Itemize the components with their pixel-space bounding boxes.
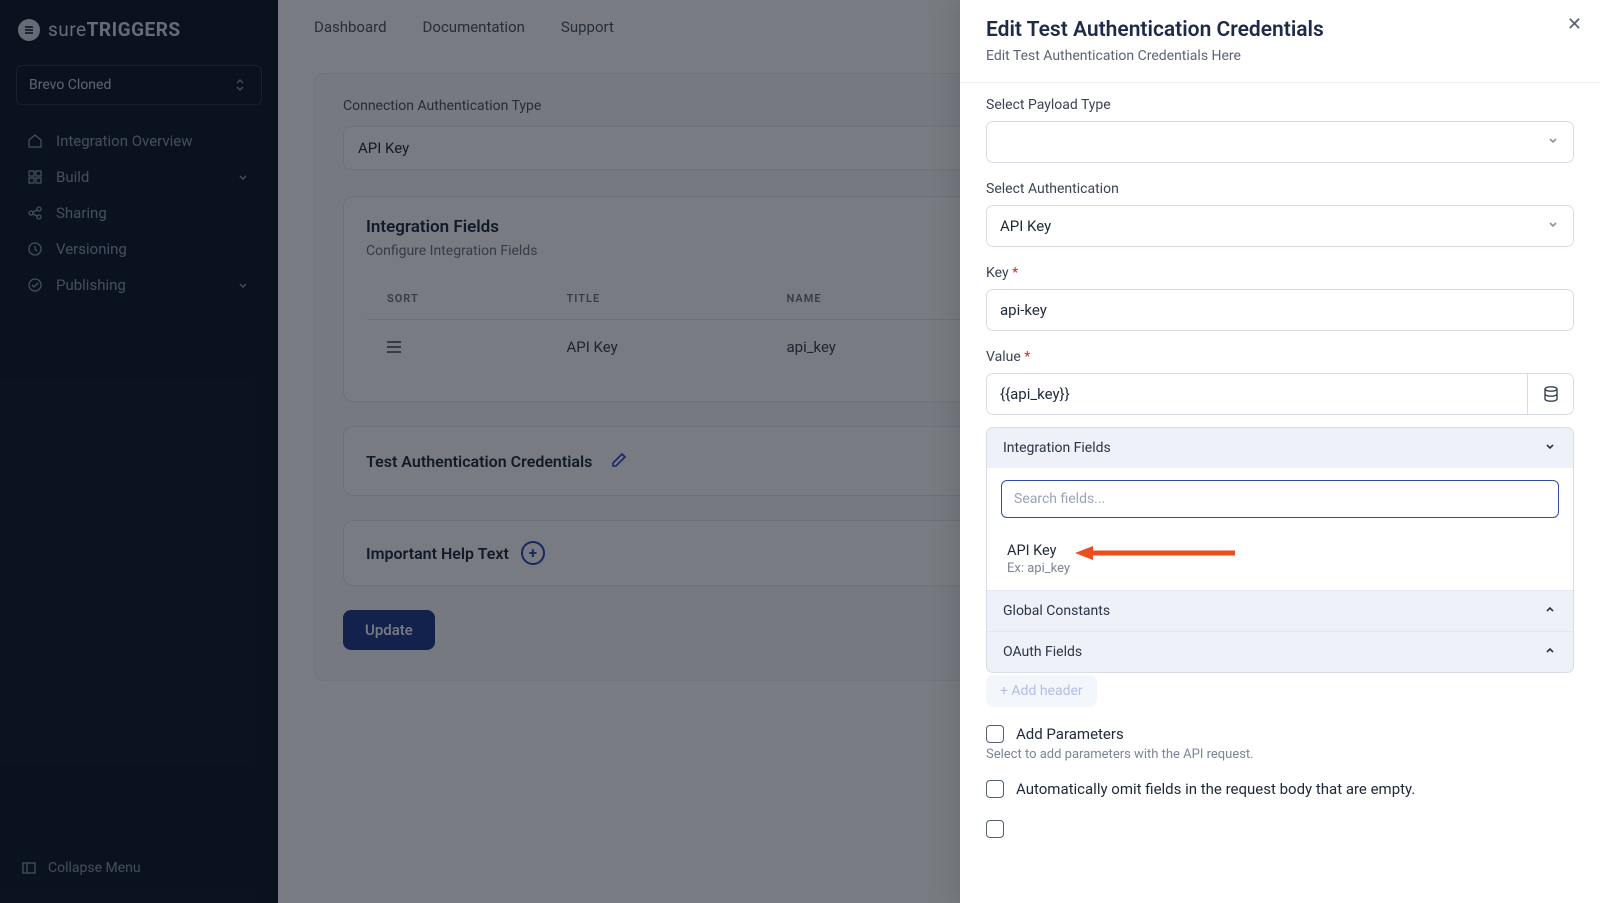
search-fields-input[interactable] <box>1001 480 1559 518</box>
omit-empty-label: Automatically omit fields in the request… <box>1016 780 1415 798</box>
dd-section-integration-fields[interactable]: Integration Fields <box>987 428 1573 468</box>
chevron-up-icon <box>1543 643 1557 661</box>
close-icon[interactable]: ✕ <box>1567 14 1582 35</box>
extra-checkbox[interactable] <box>986 820 1004 838</box>
chevron-down-icon <box>1546 217 1560 235</box>
key-input[interactable]: api-key <box>986 289 1574 331</box>
value-label: Value * <box>986 349 1574 365</box>
key-label: Key * <box>986 265 1574 281</box>
drawer-body: Select Payload Type Select Authenticatio… <box>960 83 1600 903</box>
key-value: api-key <box>1000 301 1047 319</box>
dd-item-title: API Key <box>1007 542 1553 559</box>
payload-type-label: Select Payload Type <box>986 97 1574 113</box>
dd-item-api-key[interactable]: API Key Ex: api_key <box>987 530 1573 590</box>
add-header-button[interactable]: + Add header <box>986 675 1097 707</box>
drawer-title: Edit Test Authentication Credentials <box>986 18 1574 42</box>
dd-section-oauth-fields[interactable]: OAuth Fields <box>987 631 1573 672</box>
omit-empty-checkbox[interactable] <box>986 780 1004 798</box>
drawer-subtitle: Edit Test Authentication Credentials Her… <box>986 48 1574 64</box>
add-params-hint: Select to add parameters with the API re… <box>986 747 1574 762</box>
auth-label: Select Authentication <box>986 181 1574 197</box>
value-input[interactable]: {{api_key}} <box>986 373 1528 415</box>
database-icon-button[interactable] <box>1528 373 1574 415</box>
dd-item-sub: Ex: api_key <box>1007 561 1553 576</box>
payload-type-select[interactable] <box>986 121 1574 163</box>
field-picker-dropdown: Integration Fields API Key Ex: api_key G… <box>986 427 1574 673</box>
add-params-label: Add Parameters <box>1016 725 1124 743</box>
auth-select[interactable]: API Key <box>986 205 1574 247</box>
add-params-checkbox[interactable] <box>986 725 1004 743</box>
chevron-up-icon <box>1543 602 1557 620</box>
value-value: {{api_key}} <box>1000 385 1070 403</box>
dd-search-wrap <box>987 468 1573 530</box>
drawer-header: Edit Test Authentication Credentials Edi… <box>960 0 1600 83</box>
chevron-down-icon <box>1543 439 1557 457</box>
chevron-down-icon <box>1546 133 1560 151</box>
auth-value: API Key <box>1000 217 1051 235</box>
drawer-panel: Edit Test Authentication Credentials Edi… <box>960 0 1600 903</box>
dd-section-global-constants[interactable]: Global Constants <box>987 590 1573 631</box>
